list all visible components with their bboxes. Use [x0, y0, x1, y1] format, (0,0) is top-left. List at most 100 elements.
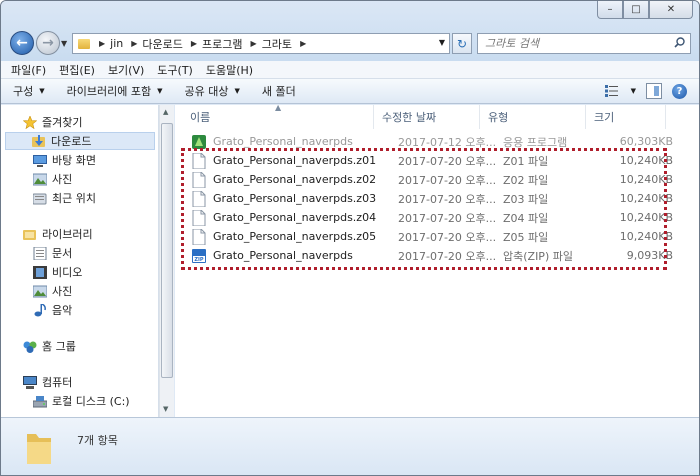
refresh-button[interactable]: ↻: [452, 33, 472, 54]
breadcrumb-separator-icon[interactable]: ▶: [99, 39, 105, 48]
file-icon: [192, 228, 206, 245]
navigation-scrollbar[interactable]: ▲ ▼: [159, 105, 174, 417]
help-icon[interactable]: ?: [672, 83, 687, 99]
command-bar: 구성 ▼ 라이브러리에 포함 ▼ 공유 대상 ▼ 새 폴더 ▼ ?: [1, 79, 699, 104]
sort-ascending-icon: ▲: [275, 103, 282, 112]
nav-homegroup[interactable]: 홈 그룹: [1, 337, 158, 355]
nav-documents[interactable]: 문서: [1, 244, 158, 262]
share-button[interactable]: 공유 대상 ▼: [185, 83, 240, 99]
nav-favorites[interactable]: 즐겨찾기: [1, 113, 158, 131]
file-name: Grato_Personal_naverpds: [213, 135, 353, 148]
folder-icon: [27, 434, 51, 464]
breadcrumb-jin[interactable]: jin: [110, 37, 123, 50]
file-size: 10,240KB: [619, 211, 673, 224]
nav-pictures-label: 사진: [52, 173, 73, 186]
menu-help[interactable]: 도움말(H): [206, 62, 253, 78]
arrow-right-icon: →: [42, 35, 54, 51]
file-row[interactable]: Grato_Personal_naverpds.z01 2017-07-20 오…: [183, 151, 673, 170]
nav-pictures[interactable]: 사진: [1, 170, 158, 188]
column-type[interactable]: 유형: [480, 105, 586, 129]
include-library-label: 라이브러리에 포함: [66, 85, 152, 98]
breadcrumb-separator-icon[interactable]: ▶: [251, 39, 257, 48]
nav-music[interactable]: 음악: [1, 301, 158, 319]
hard-drive-icon: [33, 395, 47, 407]
title-bar: – □ ✕ ← → ▼ ▶ jin ▶ 다운로드 ▶ 프로그램 ▶ 그라토 ▶ …: [1, 1, 699, 61]
view-options-icon[interactable]: [604, 85, 619, 97]
file-icon: [192, 171, 206, 188]
file-name: Grato_Personal_naverpds.z03: [213, 192, 377, 205]
nav-videos-label: 비디오: [52, 266, 83, 279]
explorer-window: – □ ✕ ← → ▼ ▶ jin ▶ 다운로드 ▶ 프로그램 ▶ 그라토 ▶ …: [0, 0, 700, 476]
include-library-button[interactable]: 라이브러리에 포함 ▼: [67, 83, 163, 99]
nav-videos[interactable]: 비디오: [1, 263, 158, 281]
menu-tools[interactable]: 도구(T): [157, 62, 193, 78]
column-modified[interactable]: 수정한 날짜: [374, 105, 480, 129]
view-controls: ▼ ?: [604, 83, 687, 99]
column-size[interactable]: 크기: [586, 105, 666, 129]
search-input[interactable]: [478, 34, 663, 53]
nav-desktop[interactable]: 바탕 화면: [1, 151, 158, 169]
file-modified: 2017-07-20 오후...: [398, 173, 497, 187]
maximize-button[interactable]: □: [623, 1, 649, 19]
caption-buttons: – □ ✕: [597, 1, 693, 19]
organize-label: 구성: [13, 85, 34, 98]
scrollbar-thumb[interactable]: [161, 123, 173, 378]
back-button[interactable]: ←: [10, 31, 34, 55]
file-row[interactable]: ZIP Grato_Personal_naverpds 2017-07-20 오…: [183, 246, 673, 265]
breadcrumb-programs[interactable]: 프로그램: [202, 36, 242, 52]
search-box[interactable]: [477, 33, 691, 54]
new-folder-label: 새 폴더: [261, 85, 296, 98]
breadcrumb-separator-icon[interactable]: ▶: [131, 39, 137, 48]
search-icon[interactable]: [674, 37, 685, 48]
file-row[interactable]: Grato_Personal_naverpds.z03 2017-07-20 오…: [183, 189, 673, 208]
file-row[interactable]: Grato_Personal_naverpds.z02 2017-07-20 오…: [183, 170, 673, 189]
menu-edit[interactable]: 편집(E): [59, 62, 95, 78]
breadcrumb-separator-icon[interactable]: ▶: [191, 39, 197, 48]
nav-libraries[interactable]: 라이브러리: [1, 225, 158, 243]
chevron-down-icon: ▼: [61, 39, 68, 48]
file-size: 10,240KB: [619, 173, 673, 186]
minimize-button[interactable]: –: [597, 1, 623, 19]
nav-lib-pictures[interactable]: 사진: [1, 282, 158, 300]
file-row[interactable]: Grato_Personal_naverpds 2017-07-12 오후...…: [183, 132, 673, 151]
column-name[interactable]: 이름 ▲: [175, 103, 374, 129]
nav-recent[interactable]: 최근 위치: [1, 189, 158, 207]
maximize-icon: □: [631, 4, 641, 15]
address-bar[interactable]: ▶ jin ▶ 다운로드 ▶ 프로그램 ▶ 그라토 ▶ ▼: [72, 33, 450, 54]
chevron-down-icon: ▼: [39, 87, 45, 95]
breadcrumb-grato[interactable]: 그라토: [262, 36, 292, 52]
scroll-down-icon[interactable]: ▼: [163, 405, 168, 413]
menu-bar: 파일(F) 편집(E) 보기(V) 도구(T) 도움말(H): [1, 61, 699, 79]
nav-computer[interactable]: 컴퓨터: [1, 373, 158, 391]
organize-button[interactable]: 구성 ▼: [13, 83, 45, 99]
svg-text:ZIP: ZIP: [194, 257, 203, 263]
details-pane: 7개 항목: [1, 417, 699, 475]
nav-local-disk[interactable]: 로컬 디스크 (C:): [1, 392, 158, 410]
file-type: 압축(ZIP) 파일: [503, 249, 573, 263]
breadcrumb-downloads[interactable]: 다운로드: [142, 36, 182, 52]
close-button[interactable]: ✕: [649, 1, 693, 19]
menu-view[interactable]: 보기(V): [108, 62, 144, 78]
view-dropdown-icon[interactable]: ▼: [631, 87, 636, 95]
address-dropdown-icon[interactable]: ▼: [439, 38, 445, 47]
menu-file[interactable]: 파일(F): [11, 62, 46, 78]
nav-downloads[interactable]: 다운로드: [5, 132, 155, 150]
pictures-icon: [33, 285, 47, 297]
file-list: 이름 ▲ 수정한 날짜 유형 크기 Grato_Personal_naverpd…: [175, 103, 699, 417]
nav-computer-label: 컴퓨터: [42, 376, 73, 389]
history-dropdown-button[interactable]: ▼: [61, 39, 67, 48]
nav-local-disk-label: 로컬 디스크 (C:): [52, 395, 130, 408]
nav-lib-pictures-label: 사진: [52, 285, 73, 298]
file-row[interactable]: Grato_Personal_naverpds.z04 2017-07-20 오…: [183, 208, 673, 227]
file-row[interactable]: Grato_Personal_naverpds.z05 2017-07-20 오…: [183, 227, 673, 246]
videos-icon: [33, 265, 47, 279]
column-modified-label: 수정한 날짜: [382, 111, 437, 124]
preview-pane-icon[interactable]: [646, 83, 662, 99]
file-size: 9,093KB: [626, 249, 673, 262]
file-name: Grato_Personal_naverpds.z05: [213, 230, 377, 243]
breadcrumb-separator-icon[interactable]: ▶: [300, 39, 306, 48]
new-folder-button[interactable]: 새 폴더: [262, 83, 296, 99]
forward-button[interactable]: →: [36, 31, 60, 55]
chevron-down-icon: ▼: [157, 87, 163, 95]
scroll-up-icon[interactable]: ▲: [163, 108, 168, 116]
